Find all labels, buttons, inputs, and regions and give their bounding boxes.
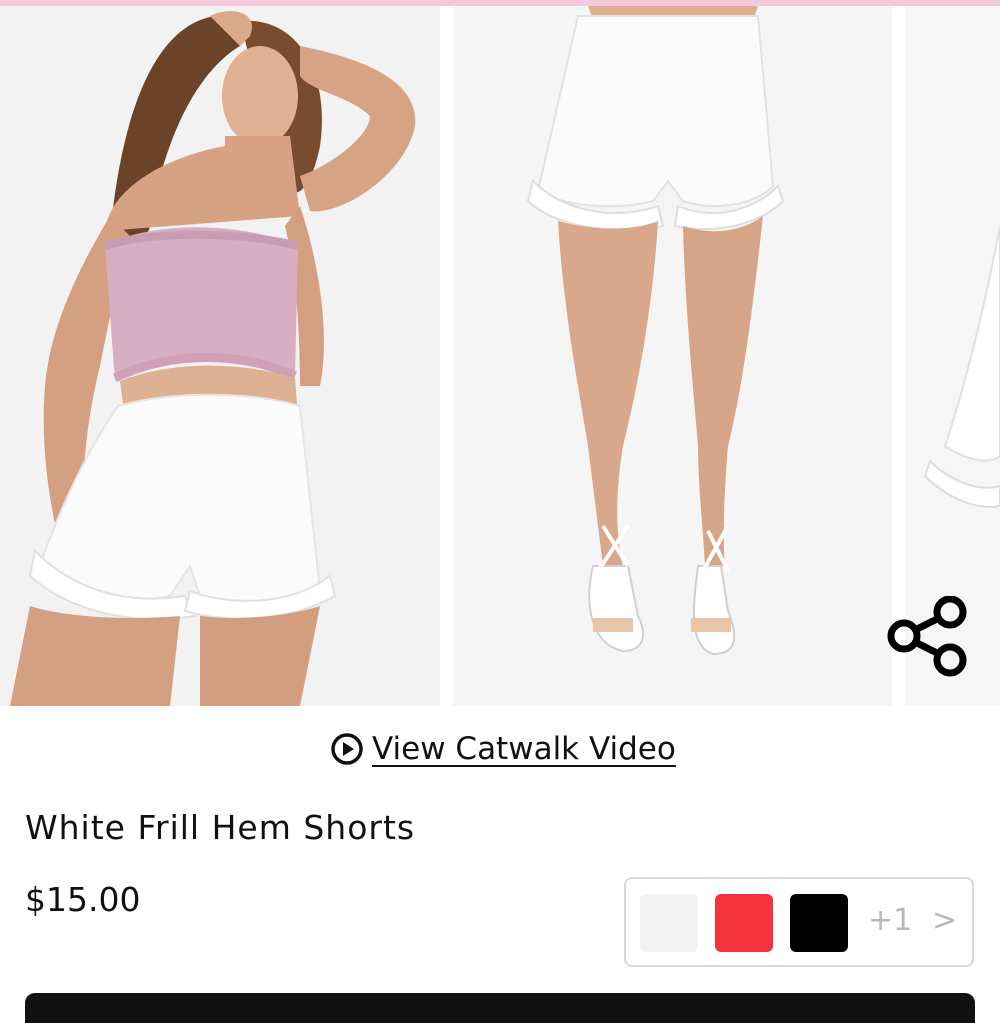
color-swatch-black[interactable] xyxy=(790,894,848,952)
color-swatch-red[interactable] xyxy=(715,894,773,952)
view-catwalk-video-link[interactable]: View Catwalk Video xyxy=(330,727,676,771)
product-title: White Frill Hem Shorts xyxy=(25,808,416,847)
legs-front-photo xyxy=(453,6,892,706)
add-to-bag-button[interactable] xyxy=(25,993,975,1023)
view-catwalk-video-label: View Catwalk Video xyxy=(372,731,676,767)
model-front-photo xyxy=(0,6,440,706)
play-circle-icon xyxy=(331,733,363,765)
more-colors-count[interactable]: +1 xyxy=(868,903,912,938)
image-gallery[interactable] xyxy=(0,6,1000,706)
chevron-right-icon[interactable]: > xyxy=(932,903,957,938)
gallery-image-legs-front[interactable] xyxy=(453,6,892,706)
share-icon xyxy=(887,595,967,677)
color-selector[interactable]: +1 > xyxy=(624,877,974,967)
share-button[interactable] xyxy=(884,595,974,686)
product-price: $15.00 xyxy=(25,880,141,919)
color-swatch-white[interactable] xyxy=(640,894,698,952)
gallery-image-model-front[interactable] xyxy=(0,6,440,706)
